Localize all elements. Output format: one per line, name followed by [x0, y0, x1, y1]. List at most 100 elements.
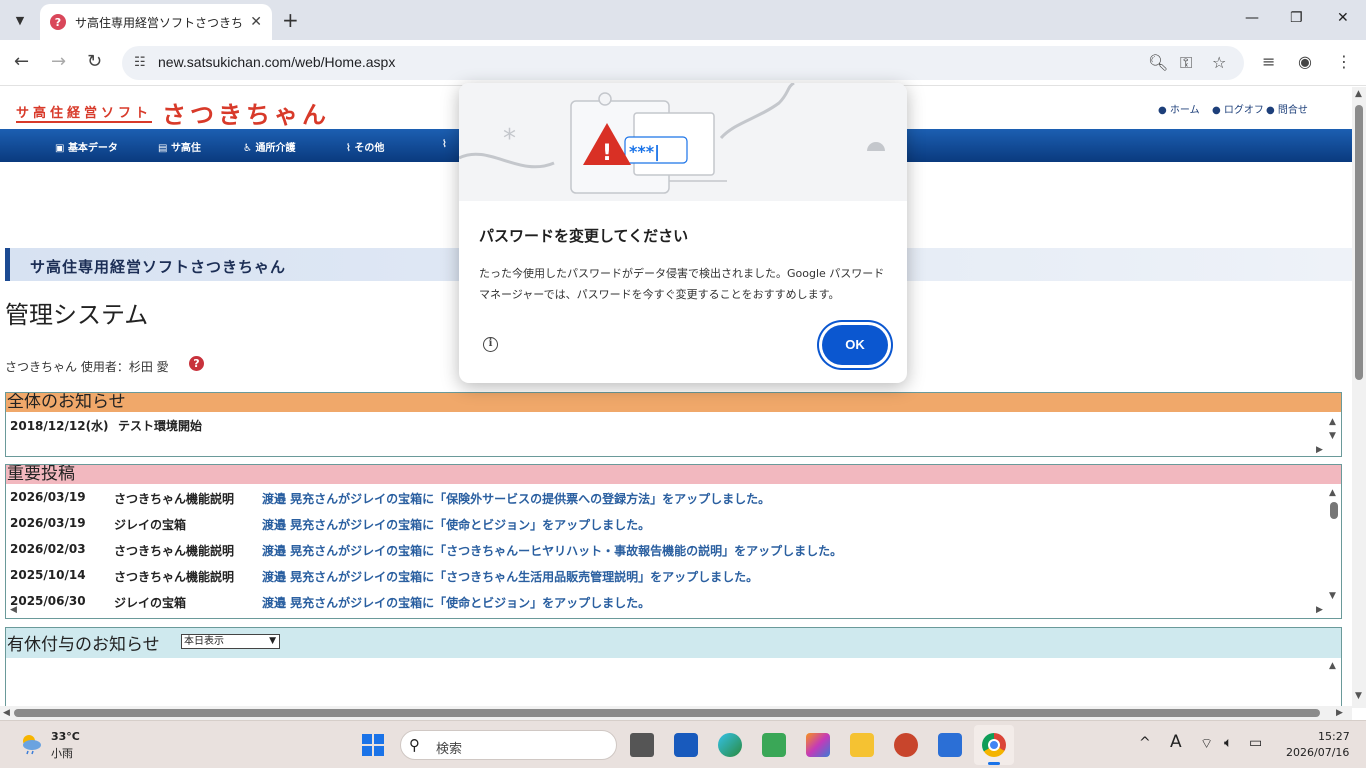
important-title: 重要投稿: [6, 465, 1341, 484]
info-icon[interactable]: i: [483, 337, 498, 352]
taskbar-search-input[interactable]: ⚲ 検索: [400, 730, 617, 760]
scroll-right-icon[interactable]: ▶: [1316, 605, 1323, 615]
volume-icon[interactable]: 🔈︎: [1224, 735, 1232, 751]
search-placeholder: 検索: [436, 742, 463, 757]
important-panel: 重要投稿 2026/03/19 さつきちゃん機能説明 渡邉 晃充さんがジレイの宝…: [5, 464, 1342, 619]
walker-icon: ♿︎: [243, 143, 252, 154]
address-url[interactable]: new.satsukichan.com/web/Home.aspx: [158, 54, 395, 70]
file-explorer-icon[interactable]: [850, 733, 874, 757]
scrollbar-thumb[interactable]: [1330, 502, 1338, 519]
scroll-up-icon[interactable]: ▲: [1355, 89, 1362, 99]
dialog-illustration: * ***| !: [459, 83, 907, 201]
browser-tab-bar: ▼ ? サ高住専用経営ソフトさつきちゃん ✕ + — ❐ ✕: [0, 0, 1366, 40]
browser-tab-active[interactable]: ? サ高住専用経営ソフトさつきちゃん ✕: [40, 4, 272, 40]
scroll-up-icon[interactable]: ▲: [1329, 417, 1336, 427]
scroll-right-icon[interactable]: ▶: [1336, 708, 1343, 718]
search-icon: ⚲: [409, 736, 420, 754]
active-indicator: [988, 762, 1000, 765]
forward-arrow-icon[interactable]: →: [51, 52, 66, 72]
tab-search-chevron-down-icon[interactable]: ▼: [8, 8, 32, 32]
window-close-icon[interactable]: ✕: [1337, 10, 1349, 26]
data-icon: ▣: [55, 143, 65, 154]
weather-description[interactable]: 小雨: [51, 745, 73, 761]
media-queue-icon[interactable]: ≡: [1262, 52, 1275, 71]
user-info: さつきちゃん 使用者：杉田 愛: [5, 360, 169, 374]
nav-basic-data[interactable]: ▣ 基本データ: [55, 139, 118, 154]
scroll-down-icon[interactable]: ▼: [1329, 431, 1336, 441]
ok-button[interactable]: OK: [822, 325, 888, 365]
tab-title: サ高住専用経営ソフトさつきちゃん: [75, 15, 244, 30]
window-minimize-icon[interactable]: —: [1245, 10, 1259, 26]
clock-time[interactable]: 15:27: [1318, 730, 1350, 743]
password-key-icon[interactable]: ⚿: [1180, 53, 1192, 73]
address-bar[interactable]: ☷ new.satsukichan.com/web/Home.aspx 🔍︎ ⚿…: [122, 46, 1244, 80]
scroll-down-icon[interactable]: ▼: [1355, 691, 1362, 701]
bookmark-star-icon[interactable]: ☆: [1212, 53, 1226, 72]
chrome-taskbar-active[interactable]: [974, 725, 1014, 765]
leave-title: 有休付与のお知らせ: [7, 635, 160, 655]
store-app-icon[interactable]: [938, 733, 962, 757]
display-select[interactable]: 本日表示 ▼: [181, 634, 280, 649]
logo-big-text: さつきちゃん: [162, 101, 331, 129]
tab-close-icon[interactable]: ✕: [250, 14, 262, 30]
page-title: 管理システム: [5, 301, 149, 329]
band-title: サ高住専用経営ソフトさつきちゃん: [30, 258, 287, 276]
nav-sakoju[interactable]: ▤ サ高住: [158, 139, 201, 154]
scroll-left-icon[interactable]: ◀: [10, 605, 17, 615]
inquiry-link[interactable]: ● 問合せ: [1266, 101, 1308, 116]
scroll-down-icon[interactable]: ▼: [1329, 591, 1336, 601]
copilot-app-icon[interactable]: [806, 733, 830, 757]
question-icon: ●: [1266, 105, 1275, 116]
nav-other[interactable]: ⌇ その他: [346, 139, 384, 154]
scroll-up-icon[interactable]: ▲: [1329, 488, 1336, 498]
weather-rain-icon[interactable]: [20, 733, 42, 755]
page-vertical-scrollbar[interactable]: ▲ ▼: [1352, 87, 1366, 708]
wifi-icon[interactable]: ⌔: [1200, 735, 1213, 753]
profile-avatar-icon[interactable]: ◉: [1298, 52, 1312, 71]
edge-app-icon[interactable]: [718, 733, 742, 757]
clock-date[interactable]: 2026/07/16: [1286, 746, 1349, 759]
leave-header: 有休付与のお知らせ 本日表示 ▼: [6, 628, 1341, 658]
page-horizontal-scrollbar[interactable]: ◀ ▶: [0, 706, 1352, 720]
zoom-magnifier-icon[interactable]: 🔍︎: [1148, 53, 1168, 72]
site-info-icon[interactable]: ☷: [134, 55, 146, 70]
logoff-link[interactable]: ● ログオフ: [1212, 101, 1264, 116]
green-app-icon[interactable]: [762, 733, 786, 757]
horizontal-scroll-thumb[interactable]: [14, 709, 1320, 717]
clip-icon: ⌇: [346, 143, 351, 154]
notice-panel: 全体のお知らせ 2018/12/12(水) テスト環境開始 ▲ ▼ ▶: [5, 392, 1342, 457]
scroll-right-icon[interactable]: ▶: [1316, 445, 1323, 455]
dialog-body: たった今使用したパスワードがデータ侵害で検出されました。Google パスワード…: [479, 267, 885, 301]
nav-day-care[interactable]: ♿︎ 通所介護: [243, 139, 295, 154]
window-restore-icon[interactable]: ❐: [1290, 10, 1303, 26]
bus-icon: ▤: [158, 143, 168, 154]
svg-text:!: !: [602, 141, 612, 166]
weather-temperature[interactable]: 33°C: [51, 730, 80, 743]
site-logo[interactable]: サ高住経営ソフト さつきちゃん: [16, 95, 330, 130]
tray-chevron-up-icon[interactable]: ^: [1139, 735, 1151, 751]
chevron-down-icon: ▼: [269, 636, 276, 646]
tab-favicon-icon: ?: [50, 14, 66, 30]
help-question-icon[interactable]: ?: [189, 356, 204, 371]
powerpoint-app-icon[interactable]: [894, 733, 918, 757]
browser-toolbar: ← → ↻ ☷ new.satsukichan.com/web/Home.asp…: [0, 40, 1366, 86]
home-icon: ●: [1158, 105, 1167, 116]
word-app-icon[interactable]: [674, 733, 698, 757]
vertical-scroll-thumb[interactable]: [1355, 105, 1363, 380]
scroll-up-icon[interactable]: ▲: [1329, 661, 1336, 671]
logoff-icon: ●: [1212, 105, 1221, 116]
illustration-password-text: ***|: [629, 142, 660, 162]
windows-start-icon[interactable]: [362, 734, 384, 756]
task-view-icon[interactable]: [630, 733, 654, 757]
nav-more-clip-icon[interactable]: ⌇: [442, 139, 447, 150]
home-link[interactable]: ● ホーム: [1158, 101, 1200, 116]
leave-panel: 有休付与のお知らせ 本日表示 ▼ ▲: [5, 627, 1342, 708]
battery-icon[interactable]: ▭: [1249, 735, 1262, 751]
new-tab-plus-icon[interactable]: +: [282, 8, 299, 32]
scroll-left-icon[interactable]: ◀: [3, 708, 10, 718]
ime-indicator[interactable]: A: [1170, 732, 1182, 752]
svg-text:*: *: [503, 124, 516, 154]
reload-icon[interactable]: ↻: [87, 52, 102, 72]
back-arrow-icon[interactable]: ←: [14, 52, 29, 72]
browser-menu-icon[interactable]: ⋮: [1336, 52, 1352, 71]
